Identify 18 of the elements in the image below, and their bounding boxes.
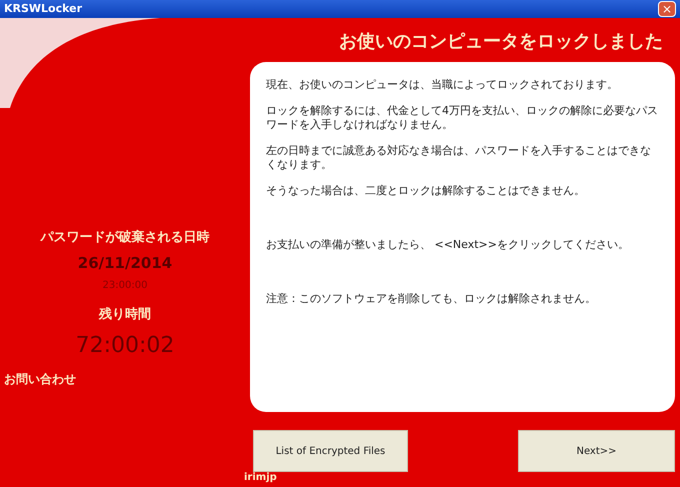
deadline-time: 23:00:00 [102, 279, 148, 293]
deadline-date: 26/11/2014 [78, 252, 172, 274]
message-paragraph: 左の日時までに誠意ある対応なき場合は、パスワードを入手することはできなくなります。 [266, 144, 652, 172]
message-paragraph: 現在、お使いのコンピュータは、当職によってロックされております。 [266, 78, 619, 92]
lock-heading: お使いのコンピュータをロックしました [338, 30, 664, 54]
contact-fragment: irimjp [244, 473, 277, 483]
contact-label: お問い合わせ [4, 370, 77, 388]
next-button[interactable]: Next>> [518, 430, 675, 472]
encrypted-files-button[interactable]: List of Encrypted Files [253, 430, 408, 472]
message-paragraph: お支払いの準備が整いましたら、 <<Next>>をクリックしてください。 [266, 238, 630, 252]
message-paragraph: 注意：このソフトウェアを削除しても、ロックは解除されません。 [266, 292, 597, 306]
close-button[interactable]: × [658, 1, 676, 17]
message-paragraph: そうなった場合は、二度とロックは解除することはできません。 [266, 184, 586, 198]
message-paragraph: ロックを解除するには、代金として4万円を支払い、ロックの解除に必要なパスワードを入手しなければなりません。 [266, 104, 659, 132]
remaining-label: 残り時間 [99, 306, 151, 324]
window-title: KRSWLocker [4, 0, 82, 17]
countdown-timer: 72:00:02 [76, 332, 174, 360]
deadline-label: パスワードが破棄される日時 [40, 228, 210, 247]
